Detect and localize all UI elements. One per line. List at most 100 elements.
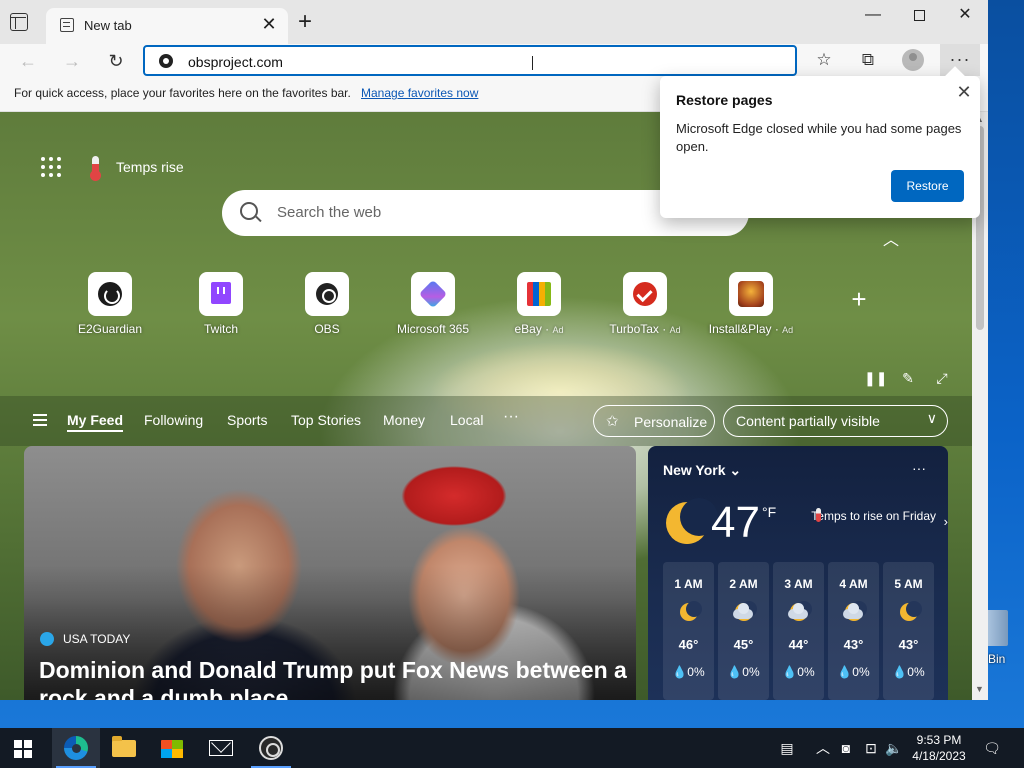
edit-background-icon[interactable]: ✎ (898, 368, 918, 388)
taskbar-mail[interactable] (197, 728, 245, 768)
quick-link-installplay[interactable]: Install&Play · Ad (698, 272, 804, 336)
network-icon[interactable]: ⊡ (860, 728, 882, 768)
quick-link-tile (623, 272, 667, 316)
recycle-bin[interactable]: Bin (984, 600, 1024, 680)
hour-time: 2 AM (729, 577, 758, 591)
cloudy-moon-icon (842, 601, 867, 623)
toolbar: ← → ↻ obsproject.com ☆ ⧉ ··· (0, 44, 988, 76)
volume-icon[interactable]: 🔈 (884, 728, 904, 768)
quick-link-tile (411, 272, 455, 316)
collections-icon[interactable]: ⧉ (854, 46, 882, 74)
close-icon[interactable]: ✕ (954, 82, 974, 102)
tab-sports[interactable]: Sports (227, 412, 267, 428)
quick-link-obs[interactable]: OBS (274, 272, 380, 336)
meet-now-icon[interactable]: ◙ (836, 728, 856, 768)
weather-card[interactable]: New York ⌄ ··· 47 °F Temps to rise on Fr… (648, 446, 948, 700)
taskbar-obs[interactable] (247, 728, 295, 768)
address-input[interactable]: obsproject.com (188, 54, 283, 70)
quick-link-tile (88, 272, 132, 316)
new-tab-button[interactable]: + (294, 10, 316, 34)
tab-title: New tab (84, 18, 132, 33)
turbotax-icon (633, 282, 657, 306)
tab-following[interactable]: Following (144, 412, 203, 428)
cloudy-moon-icon (787, 601, 812, 623)
tab-local[interactable]: Local (450, 412, 483, 428)
restore-button[interactable]: Restore (891, 170, 964, 202)
github-icon (98, 282, 122, 306)
hour-time: 5 AM (894, 577, 923, 591)
moon-icon (666, 498, 718, 544)
news-widget-icon[interactable]: ▤ (772, 728, 802, 768)
avatar (902, 49, 924, 71)
cloudy-moon-icon (732, 601, 757, 623)
chevron-right-icon: › (943, 514, 948, 529)
weather-alert-text: Temps to rise on Friday (811, 509, 936, 523)
quick-link-ebay[interactable]: eBay · Ad (486, 272, 592, 336)
tab-actions-icon[interactable] (10, 13, 28, 31)
taskbar-edge[interactable] (52, 728, 100, 768)
feed-more-icon[interactable]: ··· (503, 408, 519, 426)
add-quick-link-button[interactable]: + (848, 286, 870, 312)
start-button[interactable] (14, 740, 32, 758)
minimize-button[interactable]: — (850, 4, 896, 28)
quick-link-microsoft365[interactable]: Microsoft 365 (380, 272, 486, 336)
address-bar[interactable]: obsproject.com (143, 45, 797, 76)
personalize-button[interactable]: ✩ Personalize (593, 405, 715, 437)
collapse-chevron-icon[interactable]: ︿ (882, 233, 900, 249)
hour-temp: 44° (788, 637, 809, 652)
forward-button[interactable]: → (58, 48, 86, 74)
hour-temp: 43° (843, 637, 864, 652)
tab-money[interactable]: Money (383, 412, 425, 428)
edge-icon (64, 736, 88, 760)
app-launcher-icon[interactable] (41, 157, 63, 179)
tray-chevron-icon[interactable]: ︿ (812, 728, 834, 768)
news-source: USA TODAY (63, 632, 131, 646)
store-icon (161, 740, 183, 758)
pause-background-icon[interactable]: ❚❚ (864, 368, 887, 388)
back-button[interactable]: ← (14, 48, 42, 74)
recycle-bin-icon (986, 610, 1008, 646)
popup-title: Restore pages (676, 92, 773, 108)
quick-link-tile (305, 272, 349, 316)
taskbar: ▤ ︿ ◙ ⊡ 🔈 9:53 PM 4/18/2023 🗨 (0, 728, 1024, 768)
chevron-down-icon: ∨ (926, 410, 937, 426)
favorites-star-icon[interactable]: ☆ (810, 46, 838, 74)
news-card[interactable]: USA TODAY Dominion and Donald Trump put … (24, 446, 636, 700)
obs-icon (316, 283, 338, 305)
feed-menu-icon[interactable] (33, 414, 47, 426)
personalize-icon: ✩ (606, 413, 619, 430)
expand-background-icon[interactable]: ⤢ (932, 368, 952, 388)
tab-new-tab[interactable]: New tab ✕ (46, 8, 288, 44)
hour-precip: 💧0% (782, 665, 815, 679)
taskbar-file-explorer[interactable] (100, 728, 148, 768)
hour-temp: 43° (898, 637, 919, 652)
search-input[interactable]: Search the web (277, 204, 381, 221)
profile-button[interactable] (899, 46, 927, 74)
quick-link-label: eBay (514, 322, 542, 336)
clock[interactable]: 9:53 PM 4/18/2023 (904, 732, 974, 764)
tab-top-stories[interactable]: Top Stories (291, 412, 361, 428)
quick-link-label: E2Guardian (77, 322, 143, 336)
quick-link-twitch[interactable]: Twitch (168, 272, 274, 336)
notifications-icon[interactable]: 🗨 (978, 728, 1006, 768)
hour-time: 3 AM (784, 577, 813, 591)
reload-button[interactable]: ↻ (102, 48, 130, 74)
quick-link-e2guardian[interactable]: E2Guardian (57, 272, 163, 336)
microsoft365-icon (418, 279, 448, 309)
hourly-forecast: 5 AM 43° 💧0% (883, 562, 934, 700)
weather-location[interactable]: New York ⌄ (663, 462, 741, 479)
manage-favorites-link[interactable]: Manage favorites now (361, 86, 478, 100)
taskbar-store[interactable] (148, 728, 196, 768)
content-visibility-dropdown[interactable]: Content partially visible ∨ (723, 405, 948, 437)
close-window-button[interactable]: ✕ (942, 4, 988, 28)
news-headline[interactable]: Dominion and Donald Trump put Fox News b… (39, 656, 629, 700)
recycle-bin-label: Bin (988, 652, 1006, 666)
quick-link-tile (199, 272, 243, 316)
tab-my-feed[interactable]: My Feed (67, 412, 124, 432)
scroll-down-icon[interactable]: ▼ (975, 684, 984, 694)
quick-link-turbotax[interactable]: TurboTax · Ad (592, 272, 698, 336)
weather-more-icon[interactable]: ··· (912, 460, 926, 476)
close-tab-icon[interactable]: ✕ (259, 14, 279, 34)
maximize-button[interactable] (896, 4, 942, 28)
weather-alert[interactable]: Temps to rise on Friday › (808, 508, 948, 529)
